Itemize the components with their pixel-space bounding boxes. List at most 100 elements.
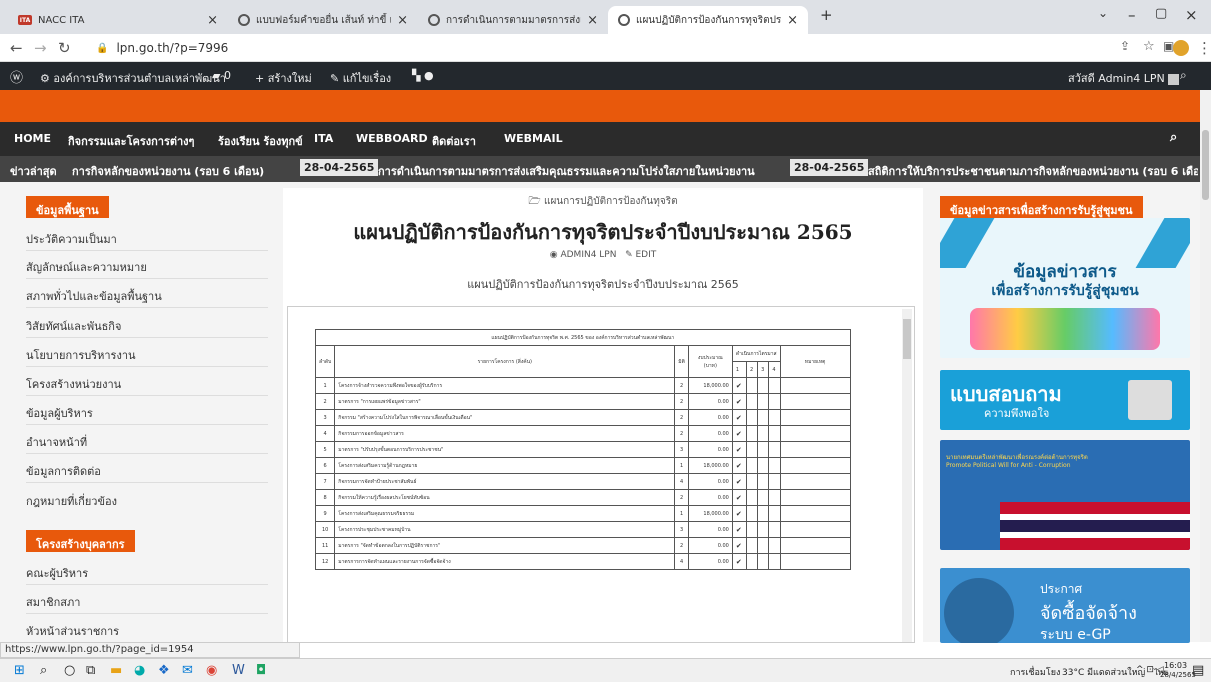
clock-time[interactable]: 16:03: [1164, 661, 1187, 670]
divider: [26, 584, 268, 585]
line-icon[interactable]: ◘: [256, 663, 266, 678]
nav-ita[interactable]: ITA: [314, 132, 333, 145]
comment-count: 0: [223, 69, 231, 82]
close-window-icon[interactable]: ×: [1185, 6, 1198, 24]
page-scrollbar[interactable]: [1200, 90, 1211, 642]
sidebar-item-contact[interactable]: ข้อมูลการติดต่อ: [26, 462, 101, 480]
edit-link[interactable]: EDIT: [635, 250, 656, 260]
right-sidebar: ข้อมูลข่าวสารเพื่อสร้างการรับรู้สู่ชุมชน…: [932, 188, 1192, 643]
search-icon[interactable]: ⌕: [1180, 68, 1187, 83]
close-tab-icon[interactable]: ×: [207, 13, 218, 28]
nav-webboard[interactable]: WEBBOARD: [356, 132, 428, 145]
clock-date[interactable]: 28/4/2565: [1160, 671, 1196, 679]
file-explorer-icon[interactable]: ▬: [110, 663, 122, 678]
task-view-icon[interactable]: ⧉: [86, 663, 95, 678]
account-link[interactable]: สวัสดี Admin4 LPN: [1068, 69, 1180, 87]
anticorruption-banner[interactable]: นายกเทศมนตรีเหล่าพัฒนาเพื่อรณรงค์ต่อต้าน…: [940, 440, 1190, 550]
weather-widget[interactable]: 33°C มีแดดส่วนใหญ่: [1062, 665, 1145, 679]
new-content-link[interactable]: + สร้างใหม่: [255, 69, 312, 87]
table-cell: มาตรการ "ปรับปรุงขั้นตอนการบริการประชาชน…: [334, 441, 676, 458]
header-cell: หมายเหตุ: [779, 345, 851, 378]
banner-text: เพื่อสร้างการรับรู้สู่ชุมชน: [991, 283, 1139, 299]
folder-icon: 🗁: [528, 196, 544, 207]
status-url: https://www.lpn.go.th/?page_id=1954: [0, 642, 300, 658]
sidebar-item-general[interactable]: สภาพทั่วไปและข้อมูลพื้นฐาน: [26, 287, 162, 305]
maximize-icon[interactable]: ▢: [1155, 6, 1167, 21]
doc-scroll-thumb[interactable]: [903, 319, 911, 359]
cortana-icon[interactable]: ○: [64, 663, 75, 678]
nav-activities[interactable]: กิจกรรมและโครงการต่างๆ: [68, 132, 194, 150]
nav-webmail[interactable]: WEBMAIL: [504, 132, 563, 145]
close-tab-icon[interactable]: ×: [587, 13, 598, 28]
dropbox-icon[interactable]: ❖: [158, 663, 170, 678]
table-cell: 18,000.00: [687, 377, 733, 394]
sidebar-item-executives[interactable]: ข้อมูลผู้บริหาร: [26, 404, 93, 422]
minimize-icon[interactable]: –: [1128, 6, 1136, 24]
tab-search-icon[interactable]: ⌄: [1098, 6, 1108, 20]
table-cell: [779, 553, 851, 570]
ticker-date: 28-04-2565: [300, 159, 379, 176]
forward-icon[interactable]: →: [34, 39, 47, 57]
sidebar-item-vision[interactable]: วิสัยทัศน์และพันธกิจ: [26, 317, 121, 335]
author-link[interactable]: ADMIN4 LPN: [560, 250, 616, 260]
sidebar-item-symbol[interactable]: สัญลักษณ์และความหมาย: [26, 258, 147, 276]
egp-banner[interactable]: ประกาศ จัดซื้อจัดจ้าง ระบบ e-GP: [940, 568, 1190, 643]
nav-search-icon[interactable]: ⌕: [1170, 130, 1177, 145]
table-cell: [757, 409, 770, 426]
word-icon[interactable]: W: [232, 663, 245, 678]
embedded-document[interactable]: แผนปฏิบัติการป้องกันการทุจริต พ.ศ. 2565 …: [287, 306, 915, 643]
nav-complaints[interactable]: ร้องเรียน ร้องทุกข์: [218, 132, 303, 150]
sidebar-item-management[interactable]: คณะผู้บริหาร: [26, 564, 88, 582]
nav-home[interactable]: HOME: [14, 132, 51, 145]
sidebar-item-history[interactable]: ประวัติความเป็นมา: [26, 230, 117, 248]
search-icon[interactable]: ⌕: [40, 663, 47, 678]
tab-active-plan[interactable]: แผนปฏิบัติการป้องกันการทุจริตประจำปี ×: [608, 6, 808, 34]
wordpress-icon[interactable]: ⓦ: [10, 67, 23, 86]
comments-link[interactable]: ▰ 0: [212, 69, 231, 82]
notification-icon[interactable]: ▤: [1192, 663, 1204, 678]
mail-icon[interactable]: ✉: [182, 663, 193, 678]
back-icon[interactable]: ←: [10, 39, 23, 57]
bookmark-star-icon[interactable]: ☆: [1143, 39, 1155, 54]
pencil-icon: ✎: [330, 72, 343, 85]
taskbar-link-label: การเชื่อมโยง: [1010, 668, 1061, 678]
ticker-item[interactable]: สถิติการให้บริการประชาชนตามภารกิจหลักของ…: [868, 162, 1198, 180]
share-icon[interactable]: ⇪: [1120, 39, 1130, 53]
close-tab-icon[interactable]: ×: [787, 13, 798, 28]
ticker-item[interactable]: การกิจหลักของหน่วยงาน (รอบ 6 เดือน): [72, 162, 280, 180]
post-subtitle: แผนปฏิบัติการป้องกันการทุจริตประจำปีงบปร…: [467, 278, 739, 291]
edit-post-link[interactable]: ✎ แก้ไขเรื่อง: [330, 69, 391, 87]
tab-nacc-ita[interactable]: ITA NACC ITA ×: [8, 6, 228, 34]
url-field[interactable]: 🔒 lpn.go.th/?p=7996: [96, 38, 1096, 58]
ticker-item[interactable]: การดำเนินการตามมาตรการส่งเสริมคุณธรรมและ…: [378, 162, 755, 180]
table-cell: [768, 457, 781, 474]
table-cell: [745, 473, 759, 490]
site-name-link[interactable]: ⚙ องค์การบริหารส่วนตำบลเหล่าพัฒนา: [40, 69, 226, 87]
banner-text: ระบบ e-GP: [1040, 627, 1111, 643]
sidebar-item-policy[interactable]: นโยบายการบริหารงาน: [26, 346, 136, 364]
nav-contact[interactable]: ติดต่อเรา: [432, 132, 476, 150]
new-tab-icon[interactable]: +: [820, 6, 833, 24]
windows-start-icon[interactable]: ⊞: [14, 663, 25, 678]
tab-form[interactable]: แบบฟอร์มคำขอยื่น เส้นท์ ท่าขี้ และรัล ×: [228, 6, 418, 34]
profile-avatar[interactable]: [1173, 40, 1189, 56]
sidebar-item-authority[interactable]: อำนาจหน้าที่: [26, 433, 87, 451]
page-scroll-thumb[interactable]: [1202, 130, 1209, 200]
edge-icon[interactable]: ◕: [134, 663, 145, 678]
post-category[interactable]: 🗁 แผนการปฏิบัติการป้องกันทุจริต: [283, 194, 923, 211]
comment-icon: ▰: [212, 69, 224, 82]
reload-icon[interactable]: ↻: [58, 39, 71, 57]
sidebar-item-laws[interactable]: กฎหมายที่เกี่ยวข้อง: [26, 492, 117, 510]
doc-scrollbar[interactable]: [902, 309, 912, 642]
sidebar-item-department-heads[interactable]: หัวหน้าส่วนราชการ: [26, 622, 119, 640]
close-tab-icon[interactable]: ×: [397, 13, 408, 28]
chrome-icon[interactable]: ◉: [206, 663, 217, 678]
tab-measures[interactable]: การดำเนินการตามมาตรการส่งเสริมคุณ ×: [418, 6, 608, 34]
info-banner[interactable]: ข้อมูลข่าวสาร เพื่อสร้างการรับรู้สู่ชุมช…: [940, 218, 1190, 358]
yoast-icon[interactable]: ▚ ●: [412, 69, 434, 82]
sidebar-item-council[interactable]: สมาชิกสภา: [26, 593, 80, 611]
survey-banner[interactable]: แบบสอบถาม ความพึงพอใจ: [940, 370, 1190, 430]
menu-kebab-icon[interactable]: ⋮: [1197, 39, 1211, 57]
sidebar-item-structure[interactable]: โครงสร้างหน่วยงาน: [26, 375, 121, 393]
checkmark-icon: ✔: [731, 409, 747, 426]
